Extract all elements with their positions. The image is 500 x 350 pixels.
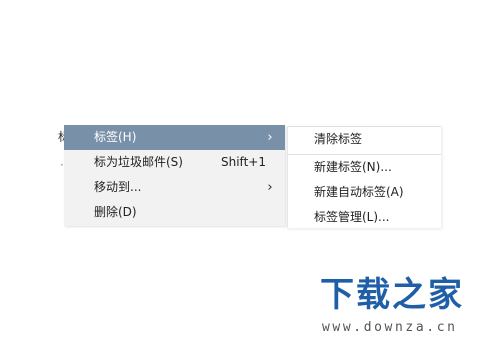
- submenu-item-label: 新建标签(N)...: [314, 160, 392, 174]
- context-menu: 标签(H) › 标为垃圾邮件(S) Shift+1 移动到... › 删除(D): [64, 125, 285, 226]
- watermark-url: www.downza.cn: [322, 320, 458, 335]
- menu-item-shortcut: Shift+1: [221, 155, 266, 169]
- tags-submenu: 清除标签 新建标签(N)... 新建自动标签(A) 标签管理(L)...: [287, 126, 441, 228]
- chevron-right-icon: ›: [267, 130, 273, 145]
- menu-item-move-to[interactable]: 移动到... ›: [64, 175, 285, 200]
- menu-item-label: 删除(D): [94, 205, 137, 219]
- submenu-item-new-tag[interactable]: 新建标签(N)...: [288, 155, 441, 180]
- watermark-logo: 下载之家: [320, 275, 464, 315]
- menu-item-label: 移动到...: [94, 180, 142, 194]
- submenu-item-manage-tags[interactable]: 标签管理(L)...: [288, 205, 441, 230]
- menu-item-tags[interactable]: 标签(H) ›: [64, 125, 285, 150]
- submenu-item-label: 清除标签: [314, 132, 363, 146]
- menu-item-label: 标签(H): [94, 130, 137, 144]
- submenu-item-clear-tags[interactable]: 清除标签: [288, 127, 441, 152]
- submenu-item-new-auto-tag[interactable]: 新建自动标签(A): [288, 180, 441, 205]
- menu-item-mark-spam[interactable]: 标为垃圾邮件(S) Shift+1: [64, 150, 285, 175]
- chevron-right-icon: ›: [267, 180, 273, 195]
- submenu-item-label: 新建自动标签(A): [314, 185, 404, 199]
- menu-item-delete[interactable]: 删除(D): [64, 200, 285, 225]
- screen: 标 · 标签(H) › 标为垃圾邮件(S) Shift+1 移动到... › 删…: [0, 0, 500, 350]
- submenu-item-label: 标签管理(L)...: [314, 210, 390, 224]
- menu-item-label: 标为垃圾邮件(S): [94, 155, 183, 169]
